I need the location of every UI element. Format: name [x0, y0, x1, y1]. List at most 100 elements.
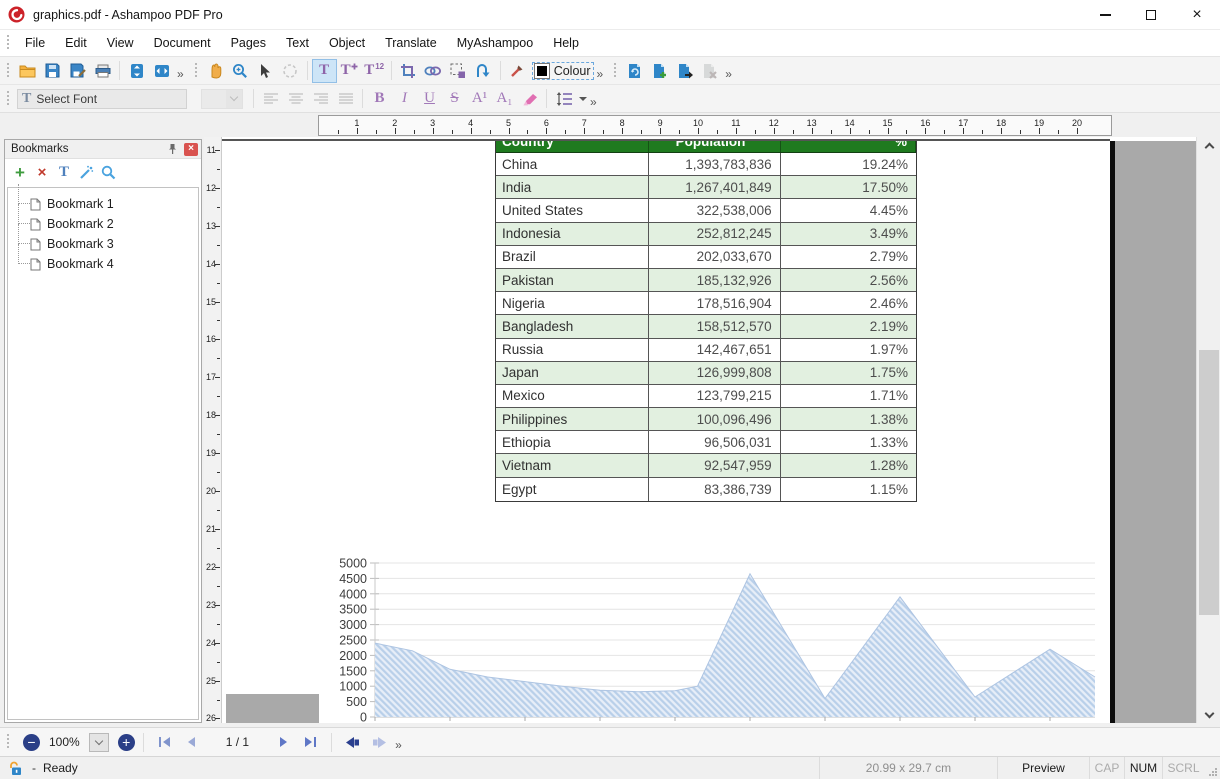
- text-tool-icon: T: [319, 63, 329, 78]
- text-numbering-button[interactable]: T12: [362, 59, 387, 83]
- hand-tool-button[interactable]: [203, 59, 228, 83]
- font-size-dropdown[interactable]: [226, 90, 242, 108]
- toolbar-grip[interactable]: [7, 63, 10, 79]
- toolbar-grip[interactable]: [7, 734, 10, 750]
- overflow-chevrons-icon[interactable]: »: [590, 95, 597, 109]
- link-button[interactable]: [421, 59, 446, 83]
- menu-object[interactable]: Object: [319, 31, 375, 55]
- text-select-tool-button[interactable]: T: [312, 59, 337, 83]
- underline-button[interactable]: U: [417, 87, 442, 111]
- table-cell: Mexico: [496, 385, 649, 407]
- menu-text[interactable]: Text: [276, 31, 319, 55]
- fit-height-button[interactable]: [124, 59, 149, 83]
- toolbar-grip[interactable]: [195, 63, 198, 79]
- first-page-button[interactable]: [152, 731, 178, 753]
- previous-page-button[interactable]: [178, 731, 204, 753]
- zoom-out-button[interactable]: −: [23, 734, 40, 751]
- superscript-button[interactable]: A¹: [467, 87, 492, 111]
- save-as-button[interactable]: [65, 59, 90, 83]
- history-forward-button[interactable]: [366, 731, 392, 753]
- last-page-button[interactable]: [297, 731, 323, 753]
- align-justify-button[interactable]: [333, 87, 358, 111]
- highlighter-button[interactable]: [517, 87, 542, 111]
- zoom-dropdown[interactable]: [89, 733, 109, 752]
- bookmark-item[interactable]: Bookmark 1: [8, 194, 198, 214]
- close-button[interactable]: ×: [1174, 0, 1220, 29]
- menu-view[interactable]: View: [97, 31, 144, 55]
- scrollbar-thumb[interactable]: [1199, 350, 1219, 615]
- bookmark-label: Bookmark 2: [47, 217, 114, 231]
- align-left-button[interactable]: [258, 87, 283, 111]
- overflow-chevrons-icon[interactable]: »: [597, 67, 604, 81]
- menu-pages[interactable]: Pages: [221, 31, 276, 55]
- next-page-button[interactable]: [271, 731, 297, 753]
- maximize-button[interactable]: [1128, 0, 1174, 29]
- zoom-in-button[interactable]: +: [118, 734, 135, 751]
- highlighter-icon: [522, 91, 538, 106]
- vertical-scrollbar[interactable]: [1196, 137, 1220, 723]
- move-page-button[interactable]: [672, 59, 697, 83]
- zoom-tool-button[interactable]: [228, 59, 253, 83]
- bookmark-item[interactable]: Bookmark 4: [8, 254, 198, 274]
- scroll-down-button[interactable]: [1197, 706, 1220, 723]
- overflow-chevrons-icon[interactable]: »: [177, 67, 184, 81]
- add-text-button[interactable]: T: [337, 59, 362, 83]
- menu-edit[interactable]: Edit: [55, 31, 97, 55]
- select-object-button[interactable]: [446, 59, 471, 83]
- menu-file[interactable]: File: [15, 31, 55, 55]
- bookmark-item[interactable]: Bookmark 2: [8, 214, 198, 234]
- pin-panel-button[interactable]: [164, 142, 180, 157]
- font-family-combo[interactable]: T Select Font: [17, 89, 187, 109]
- search-icon: [101, 165, 116, 180]
- ruler-number: 13: [803, 118, 821, 128]
- bookmark-item[interactable]: Bookmark 3: [8, 234, 198, 254]
- crop-button[interactable]: [396, 59, 421, 83]
- color-picker-button[interactable]: [505, 59, 530, 83]
- rotate-page-button[interactable]: [622, 59, 647, 83]
- ruler-tick: [215, 302, 220, 303]
- curve-tool-button[interactable]: [471, 59, 496, 83]
- strikethrough-button[interactable]: S: [442, 87, 467, 111]
- save-button[interactable]: [40, 59, 65, 83]
- select-tool-button[interactable]: [253, 59, 278, 83]
- menu-document[interactable]: Document: [144, 31, 221, 55]
- lasso-tool-button[interactable]: [278, 59, 303, 83]
- history-back-button[interactable]: [340, 731, 366, 753]
- overflow-chevrons-icon[interactable]: »: [395, 738, 402, 752]
- scroll-up-button[interactable]: [1197, 137, 1220, 154]
- align-center-button[interactable]: [283, 87, 308, 111]
- close-panel-button[interactable]: ×: [184, 143, 198, 156]
- table-row: Indonesia252,812,2453.49%: [496, 223, 916, 246]
- ruler-number: 20: [1068, 118, 1086, 128]
- delete-page-button[interactable]: [697, 59, 722, 83]
- colour-swatch-button[interactable]: Colour: [532, 62, 594, 80]
- toolbar-grip[interactable]: [7, 91, 10, 107]
- delete-bookmark-button[interactable]: ×: [31, 161, 53, 183]
- table-cell: 1.15%: [781, 478, 916, 501]
- align-right-button[interactable]: [308, 87, 333, 111]
- pdf-page-content[interactable]: CountryPopulation%China1,393,783,83619.2…: [222, 141, 1196, 723]
- bold-button[interactable]: B: [367, 87, 392, 111]
- find-bookmark-button[interactable]: [97, 161, 119, 183]
- auto-bookmark-button[interactable]: [75, 161, 97, 183]
- document-viewport[interactable]: CountryPopulation%China1,393,783,83619.2…: [222, 137, 1196, 723]
- menu-help[interactable]: Help: [543, 31, 589, 55]
- subscript-button[interactable]: A₁: [492, 87, 517, 111]
- caret-down-icon[interactable]: [579, 97, 587, 101]
- add-page-button[interactable]: [647, 59, 672, 83]
- minimize-button[interactable]: [1082, 0, 1128, 29]
- toolbar-grip[interactable]: [614, 63, 617, 79]
- line-spacing-button[interactable]: [551, 87, 576, 111]
- fit-width-button[interactable]: [149, 59, 174, 83]
- menubar-grip[interactable]: [7, 35, 10, 51]
- resize-grip[interactable]: [1204, 757, 1220, 779]
- font-size-combo[interactable]: [201, 89, 243, 109]
- italic-button[interactable]: I: [392, 87, 417, 111]
- overflow-chevrons-icon[interactable]: »: [725, 67, 732, 81]
- open-button[interactable]: [15, 59, 40, 83]
- menu-myashampoo[interactable]: MyAshampoo: [447, 31, 543, 55]
- print-button[interactable]: [90, 59, 115, 83]
- add-bookmark-button[interactable]: +: [9, 161, 31, 183]
- rename-bookmark-button[interactable]: T: [53, 161, 75, 183]
- menu-translate[interactable]: Translate: [375, 31, 447, 55]
